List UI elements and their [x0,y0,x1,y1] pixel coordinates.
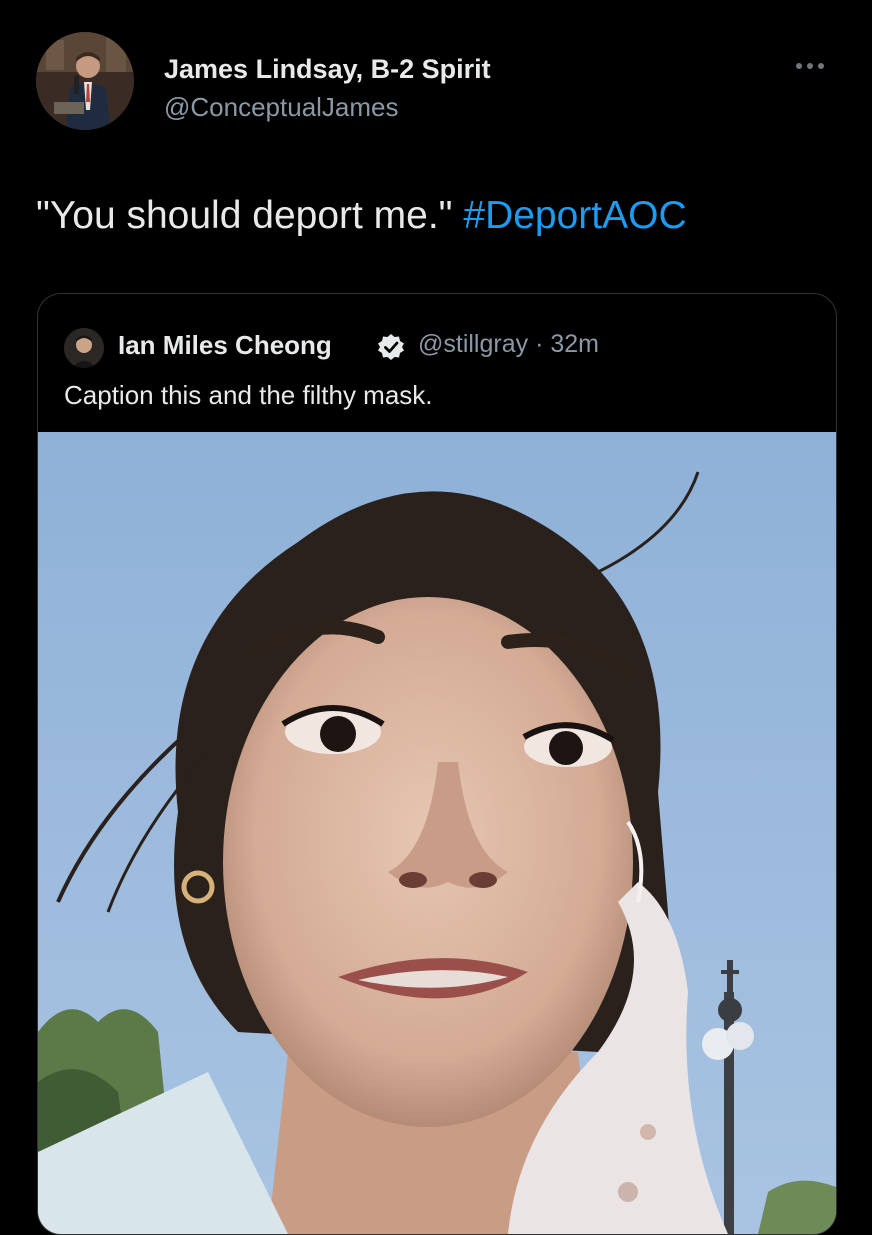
tweet-header: James Lindsay, B-2 Spirit @ConceptualJam… [36,32,836,132]
tweet-text: "You should deport me." #DeportAOC [36,190,687,242]
quoted-tweet-card[interactable]: Ian Miles Cheong @stillgray · 32m Captio… [37,293,837,1235]
author-name[interactable]: James Lindsay, B-2 Spirit [164,54,491,85]
more-horizontal-icon[interactable] [796,56,832,76]
quoted-tweet-text: Caption this and the filthy mask. [64,380,433,410]
tweet-quote-text: "You should deport me." [36,194,453,237]
quoted-media-image[interactable] [38,432,836,1234]
quoted-time[interactable]: 32m [550,330,599,358]
author-avatar[interactable] [36,32,134,130]
quoted-author-name[interactable]: Ian Miles Cheong [118,330,332,361]
meta-separator: · [535,330,544,358]
quoted-author-avatar[interactable] [64,328,104,368]
author-handle[interactable]: @ConceptualJames [164,92,399,123]
quoted-meta: @stillgray · 32m [418,330,599,359]
hashtag-link[interactable]: #DeportAOC [463,194,686,237]
quoted-author-handle[interactable]: @stillgray [418,330,528,358]
verified-badge-icon [378,334,404,360]
